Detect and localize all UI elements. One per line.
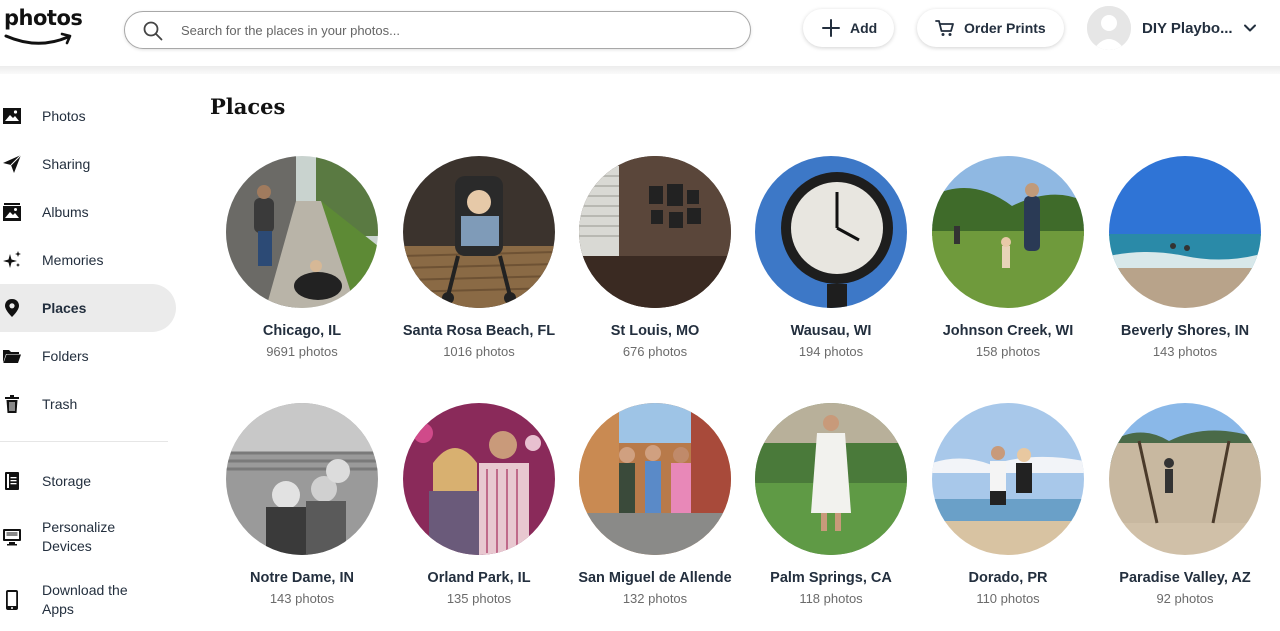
image-icon: [2, 106, 22, 126]
place-card-chicago[interactable]: Chicago, IL 9691 photos: [212, 156, 392, 359]
place-photo-count: 194 photos: [798, 344, 864, 359]
sidebar-item-download-apps[interactable]: Download the Apps: [0, 574, 176, 626]
place-card-orland-park[interactable]: Orland Park, IL 135 photos: [389, 403, 569, 606]
sidebar-item-albums[interactable]: Albums: [0, 188, 176, 236]
place-name: Orland Park, IL: [427, 570, 531, 586]
avatar: [1087, 6, 1131, 50]
storage-icon: [2, 471, 22, 491]
place-card-dorado[interactable]: Dorado, PR 110 photos: [918, 403, 1098, 606]
sidebar-item-label: Places: [42, 299, 87, 316]
albums-icon: [2, 202, 22, 222]
place-card-palm-springs[interactable]: Palm Springs, CA 118 photos: [741, 403, 921, 606]
place-thumbnail[interactable]: [932, 156, 1084, 308]
page-title: Places: [210, 94, 286, 119]
top-bar: photos Add Order Prints: [0, 0, 1280, 66]
place-thumbnail[interactable]: [1109, 403, 1261, 555]
place-photo-count: 135 photos: [446, 591, 512, 606]
place-thumbnail[interactable]: [226, 156, 378, 308]
place-card-san-miguel-de-allende[interactable]: San Miguel de Allende 132 photos: [565, 403, 745, 606]
sidebar-item-storage[interactable]: Storage: [0, 457, 176, 505]
add-button-label: Add: [850, 20, 878, 36]
place-thumbnail[interactable]: [932, 403, 1084, 555]
sidebar-item-trash[interactable]: Trash: [0, 380, 176, 428]
search-bar[interactable]: [124, 11, 751, 49]
chevron-down-icon[interactable]: [1243, 21, 1257, 35]
monitor-icon: [2, 527, 22, 547]
place-photo-count: 143 photos: [269, 591, 335, 606]
sidebar-item-label: Download the Apps: [42, 582, 128, 617]
place-photo-count: 9691 photos: [266, 344, 338, 359]
place-card-st-louis[interactable]: St Louis, MO 676 photos: [565, 156, 745, 359]
place-photo-count: 118 photos: [799, 591, 863, 606]
place-thumbnail[interactable]: [755, 403, 907, 555]
place-thumbnail[interactable]: [1109, 156, 1261, 308]
sidebar-item-label: Albums: [42, 203, 89, 220]
place-name: Notre Dame, IN: [250, 570, 354, 586]
place-thumbnail[interactable]: [755, 156, 907, 308]
search-input[interactable]: [181, 19, 721, 41]
account-menu[interactable]: DIY Playbo...: [1087, 5, 1267, 51]
sidebar-item-label: Personalize Devices: [42, 519, 116, 554]
sidebar-item-sharing[interactable]: Sharing: [0, 140, 176, 188]
add-button[interactable]: Add: [803, 9, 894, 47]
place-card-beverly-shores[interactable]: Beverly Shores, IN 143 photos: [1095, 156, 1275, 359]
place-name: St Louis, MO: [610, 323, 700, 339]
place-name: Wausau, WI: [790, 323, 872, 339]
sidebar-item-label: Memories: [42, 251, 104, 268]
place-thumbnail[interactable]: [579, 156, 731, 308]
sidebar-item-label: Sharing: [42, 155, 91, 172]
place-name: Santa Rosa Beach, FL: [402, 323, 556, 339]
place-photo-count: 158 photos: [975, 344, 1041, 359]
place-thumbnail[interactable]: [403, 403, 555, 555]
place-card-paradise-valley[interactable]: Paradise Valley, AZ 92 photos: [1095, 403, 1275, 606]
folder-icon: [2, 346, 22, 366]
place-thumbnail[interactable]: [226, 403, 378, 555]
place-photo-count: 143 photos: [1152, 344, 1218, 359]
place-name: Chicago, IL: [262, 323, 342, 339]
sidebar-item-memories[interactable]: Memories: [0, 236, 176, 284]
place-photo-count: 1016 photos: [443, 344, 515, 359]
profile-name: DIY Playbo...: [1142, 19, 1233, 37]
place-photo-count: 110 photos: [976, 591, 1040, 606]
place-photo-count: 132 photos: [622, 591, 688, 606]
sidebar-divider: [0, 441, 168, 442]
sidebar-item-label: Trash: [42, 395, 78, 412]
trash-icon: [2, 394, 22, 414]
place-name: Paradise Valley, AZ: [1119, 570, 1251, 586]
map-pin-icon: [2, 298, 22, 318]
header-shadow: [0, 66, 1280, 74]
phone-icon: [2, 590, 22, 610]
plus-icon: [821, 18, 841, 38]
place-name: San Miguel de Allende: [578, 570, 732, 586]
sidebar-item-places[interactable]: Places: [0, 284, 176, 332]
place-photo-count: 676 photos: [622, 344, 688, 359]
sidebar-item-personalize-devices[interactable]: Personalize Devices: [0, 511, 176, 563]
place-card-notre-dame[interactable]: Notre Dame, IN 143 photos: [212, 403, 392, 606]
order-prints-button[interactable]: Order Prints: [917, 9, 1064, 47]
order-prints-label: Order Prints: [964, 20, 1046, 36]
sparkles-icon: [2, 250, 22, 270]
place-thumbnail[interactable]: [403, 156, 555, 308]
cart-icon: [935, 18, 955, 38]
place-card-santa-rosa-beach[interactable]: Santa Rosa Beach, FL 1016 photos: [389, 156, 569, 359]
sidebar-item-label: Storage: [42, 472, 92, 489]
place-photo-count: 92 photos: [1156, 591, 1214, 606]
place-name: Johnson Creek, WI: [942, 323, 1074, 339]
place-card-johnson-creek[interactable]: Johnson Creek, WI 158 photos: [918, 156, 1098, 359]
sidebar-item-label: Folders: [42, 347, 89, 364]
search-icon[interactable]: [143, 21, 163, 41]
place-name: Dorado, PR: [968, 570, 1048, 586]
amazon-photos-logo[interactable]: photos: [4, 6, 83, 50]
logo-text: photos: [4, 6, 83, 30]
place-card-wausau[interactable]: Wausau, WI 194 photos: [741, 156, 921, 359]
sidebar-item-label: Photos: [42, 107, 86, 124]
paper-plane-icon: [2, 154, 22, 174]
place-thumbnail[interactable]: [579, 403, 731, 555]
sidebar-item-folders[interactable]: Folders: [0, 332, 176, 380]
place-name: Beverly Shores, IN: [1120, 323, 1250, 339]
smile-arrow-icon: [4, 32, 72, 45]
sidebar-item-photos[interactable]: Photos: [0, 92, 176, 140]
place-name: Palm Springs, CA: [770, 570, 892, 586]
